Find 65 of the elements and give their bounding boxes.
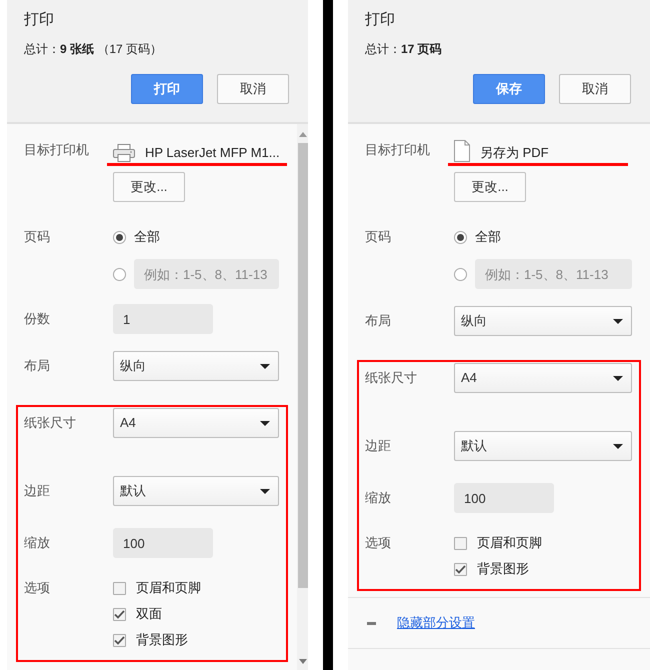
- radio-button[interactable]: [454, 268, 467, 280]
- change-button[interactable]: 更改...: [113, 172, 185, 202]
- total-summary: 总计：17 页码: [365, 40, 443, 58]
- caret-icon: [260, 364, 270, 368]
- checkbox-label: 页眉和页脚: [136, 579, 201, 598]
- caret-icon: [613, 318, 623, 324]
- setting-label: 页码: [365, 228, 392, 246]
- caret-icon: [613, 376, 623, 380]
- scroll-up-icon[interactable]: [298, 132, 306, 137]
- number-field[interactable]: 1: [113, 304, 213, 334]
- setting-label: 缩放: [365, 489, 392, 507]
- dropdown[interactable]: A4: [113, 408, 279, 438]
- setting-label: 目标打印机: [24, 141, 90, 159]
- checkbox[interactable]: [454, 536, 467, 550]
- number-field[interactable]: 100: [454, 483, 554, 513]
- checkbox[interactable]: [454, 562, 467, 576]
- change-button[interactable]: 更改...: [454, 172, 526, 202]
- checkbox-label: 背景图形: [477, 560, 529, 578]
- dialog-title: 打印: [24, 10, 55, 30]
- setting-label: 纸张尺寸: [24, 414, 77, 432]
- dialog-title: 打印: [365, 10, 396, 30]
- caret-icon: [613, 444, 623, 448]
- checkbox[interactable]: [113, 608, 126, 620]
- document-icon: [454, 140, 470, 162]
- setting-label: 边距: [365, 437, 392, 455]
- scrollbar[interactable]: [297, 124, 308, 670]
- setting-label: 选项: [365, 534, 392, 552]
- radio-button[interactable]: [113, 230, 126, 244]
- setting-label: 边距: [24, 482, 51, 500]
- checkbox-label: 页眉和页脚: [477, 534, 542, 552]
- dropdown[interactable]: 纵向: [454, 306, 632, 336]
- cancel-button[interactable]: 取消: [559, 74, 631, 104]
- setting-label: 目标打印机: [365, 141, 431, 159]
- checkbox-label: 双面: [136, 605, 162, 624]
- minus-icon: [367, 622, 376, 624]
- destination-name: 另存为 PDF: [480, 144, 549, 162]
- printer-icon: [113, 144, 135, 162]
- setting-label: 选项: [24, 579, 51, 597]
- checkbox[interactable]: [113, 634, 126, 646]
- dropdown[interactable]: 纵向: [113, 351, 279, 381]
- setting-label: 缩放: [24, 534, 51, 552]
- radio-button[interactable]: [113, 268, 126, 280]
- dropdown[interactable]: A4: [454, 363, 632, 393]
- dropdown[interactable]: 默认: [454, 431, 632, 461]
- caret-icon: [260, 420, 270, 426]
- cancel-button[interactable]: 取消: [217, 74, 289, 104]
- setting-label: 布局: [365, 312, 392, 330]
- scroll-down-icon[interactable]: [298, 659, 306, 664]
- page-range-field[interactable]: 例如：1-5、8、11-13: [475, 259, 632, 289]
- setting-label: 布局: [24, 357, 51, 375]
- radio-label: 全部: [134, 228, 160, 246]
- destination-name: HP LaserJet MFP M1...: [145, 144, 280, 162]
- caret-icon: [260, 488, 270, 494]
- number-field[interactable]: 100: [113, 528, 213, 558]
- checkbox-label: 背景图形: [136, 631, 188, 650]
- radio-button[interactable]: [454, 230, 467, 244]
- checkbox[interactable]: [113, 582, 126, 594]
- total-summary: 总计：9 张纸 （17 页码）: [24, 40, 164, 58]
- setting-label: 页码: [24, 228, 51, 246]
- hide-settings-link[interactable]: 隐藏部分设置: [397, 613, 475, 633]
- setting-label: 份数: [24, 310, 51, 328]
- setting-label: 纸张尺寸: [365, 369, 418, 387]
- page-range-field[interactable]: 例如：1-5、8、11-13: [134, 259, 279, 289]
- dropdown[interactable]: 默认: [113, 476, 279, 506]
- radio-label: 全部: [475, 228, 501, 246]
